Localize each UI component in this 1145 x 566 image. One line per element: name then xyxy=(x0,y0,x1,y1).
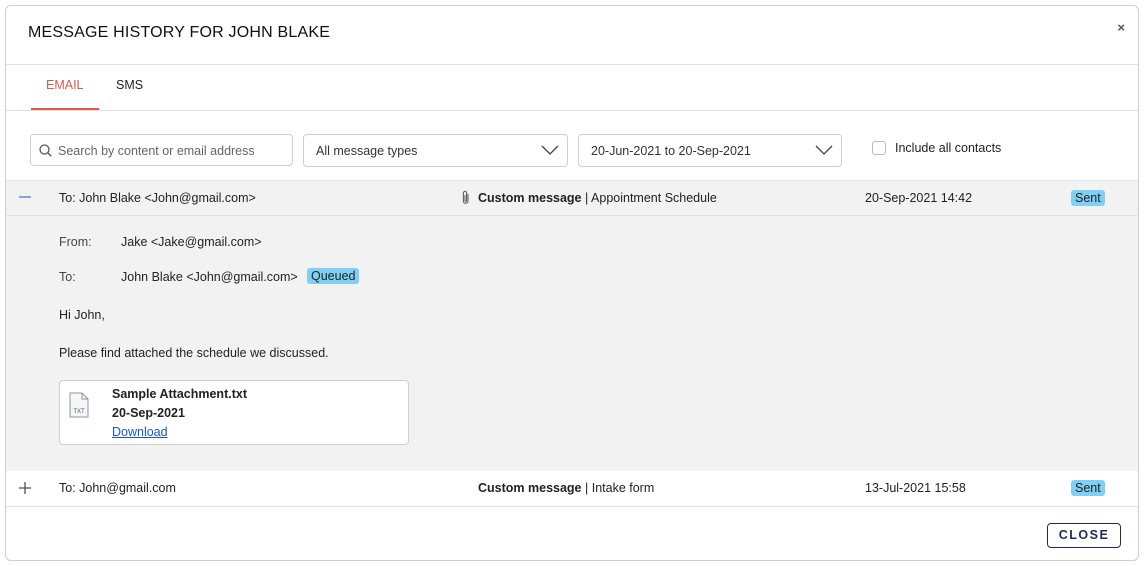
date-range-select[interactable]: 20-Jun-2021 to 20-Sep-2021 xyxy=(578,134,842,167)
message-subject-text: | Appointment Schedule xyxy=(585,191,717,205)
chevron-down-icon xyxy=(815,145,833,155)
attachment-card: TXT Sample Attachment.txt 20-Sep-2021 Do… xyxy=(59,380,409,445)
svg-text:TXT: TXT xyxy=(73,409,85,415)
tab-email[interactable]: EMAIL xyxy=(46,78,84,92)
status-badge: Sent xyxy=(1071,480,1105,496)
search-box xyxy=(30,134,293,166)
paperclip-icon xyxy=(462,190,469,204)
tab-sms[interactable]: SMS xyxy=(116,78,143,92)
close-x-icon[interactable]: × xyxy=(1117,20,1125,35)
message-recipient: To: John Blake <John@gmail.com> xyxy=(59,191,256,205)
search-icon xyxy=(39,144,52,157)
status-badge: Sent xyxy=(1071,190,1105,206)
to-label: To: xyxy=(59,270,76,284)
message-date: 13-Jul-2021 15:58 xyxy=(865,481,966,495)
dialog-title: MESSAGE HISTORY FOR JOHN BLAKE xyxy=(28,24,331,41)
plus-icon[interactable] xyxy=(17,479,33,495)
txt-file-icon: TXT xyxy=(69,392,89,418)
message-subject-text: | Intake form xyxy=(585,481,655,495)
tabs-divider xyxy=(6,110,1138,111)
attachment-name: Sample Attachment.txt xyxy=(112,387,247,401)
include-all-contacts-checkbox[interactable] xyxy=(872,141,886,155)
search-input[interactable] xyxy=(56,139,290,163)
close-button[interactable]: CLOSE xyxy=(1047,523,1121,548)
download-link[interactable]: Download xyxy=(112,425,168,439)
message-type: Custom message xyxy=(478,481,582,495)
message-type: Custom message xyxy=(478,191,582,205)
from-label: From: xyxy=(59,235,92,249)
message-row[interactable]: To: John@gmail.com Custom message | Inta… xyxy=(6,471,1138,507)
message-detail: From: Jake <Jake@gmail.com> To: John Bla… xyxy=(6,216,1138,472)
email-greeting: Hi John, xyxy=(59,308,105,322)
to-value: John Blake <John@gmail.com> xyxy=(121,270,298,284)
attachment-date: 20-Sep-2021 xyxy=(112,406,185,420)
message-date: 20-Sep-2021 14:42 xyxy=(865,191,973,205)
chevron-down-icon xyxy=(541,145,559,155)
email-body: Please find attached the schedule we dis… xyxy=(59,346,329,360)
message-type-value: All message types xyxy=(316,144,418,158)
message-type-select[interactable]: All message types xyxy=(303,134,568,167)
date-range-value: 20-Jun-2021 to 20-Sep-2021 xyxy=(591,144,751,158)
header-divider xyxy=(6,64,1138,65)
include-all-contacts-label: Include all contacts xyxy=(895,141,1002,155)
message-history-dialog: MESSAGE HISTORY FOR JOHN BLAKE × EMAIL S… xyxy=(5,5,1139,561)
message-subject: Custom message | Appointment Schedule xyxy=(478,191,717,205)
queued-badge: Queued xyxy=(307,268,360,284)
minus-icon[interactable] xyxy=(17,189,33,205)
message-subject: Custom message | Intake form xyxy=(478,481,654,495)
message-row[interactable]: To: John Blake <John@gmail.com> Custom m… xyxy=(6,180,1138,216)
message-recipient: To: John@gmail.com xyxy=(59,481,176,495)
from-value: Jake <Jake@gmail.com> xyxy=(121,235,262,249)
